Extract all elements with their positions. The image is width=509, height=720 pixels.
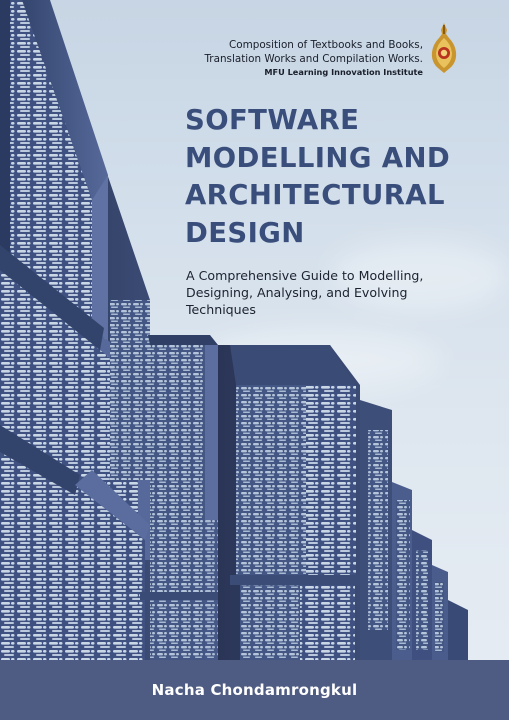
- title-line: SOFTWARE: [185, 104, 360, 136]
- title-line: DESIGN: [185, 216, 305, 249]
- subtitle-line: Techniques: [186, 302, 256, 318]
- publisher-line: Composition of Textbooks and Books,: [229, 39, 423, 51]
- subtitle-line: Designing, Analysing, and Evolving: [186, 285, 408, 301]
- book-title: SOFTWARE MODELLING AND ARCHITECTURAL DES…: [185, 102, 485, 252]
- university-emblem-icon: [431, 23, 457, 73]
- title-line: ARCHITECTURAL: [185, 179, 445, 211]
- author-name: Nacha Chondamrongkul: [151, 681, 358, 699]
- publisher-line: Translation Works and Compilation Works.: [204, 53, 423, 65]
- title-line: MODELLING AND: [185, 141, 451, 174]
- publisher-info: Composition of Textbooks and Books, Tran…: [204, 38, 423, 79]
- subtitle-line: A Comprehensive Guide to Modelling,: [186, 268, 424, 283]
- book-cover: Composition of Textbooks and Books, Tran…: [0, 0, 509, 720]
- author-bar: Nacha Chondamrongkul: [0, 660, 509, 720]
- publisher-institute: MFU Learning Innovation Institute: [264, 67, 423, 77]
- book-subtitle: A Comprehensive Guide to Modelling, Desi…: [186, 267, 486, 319]
